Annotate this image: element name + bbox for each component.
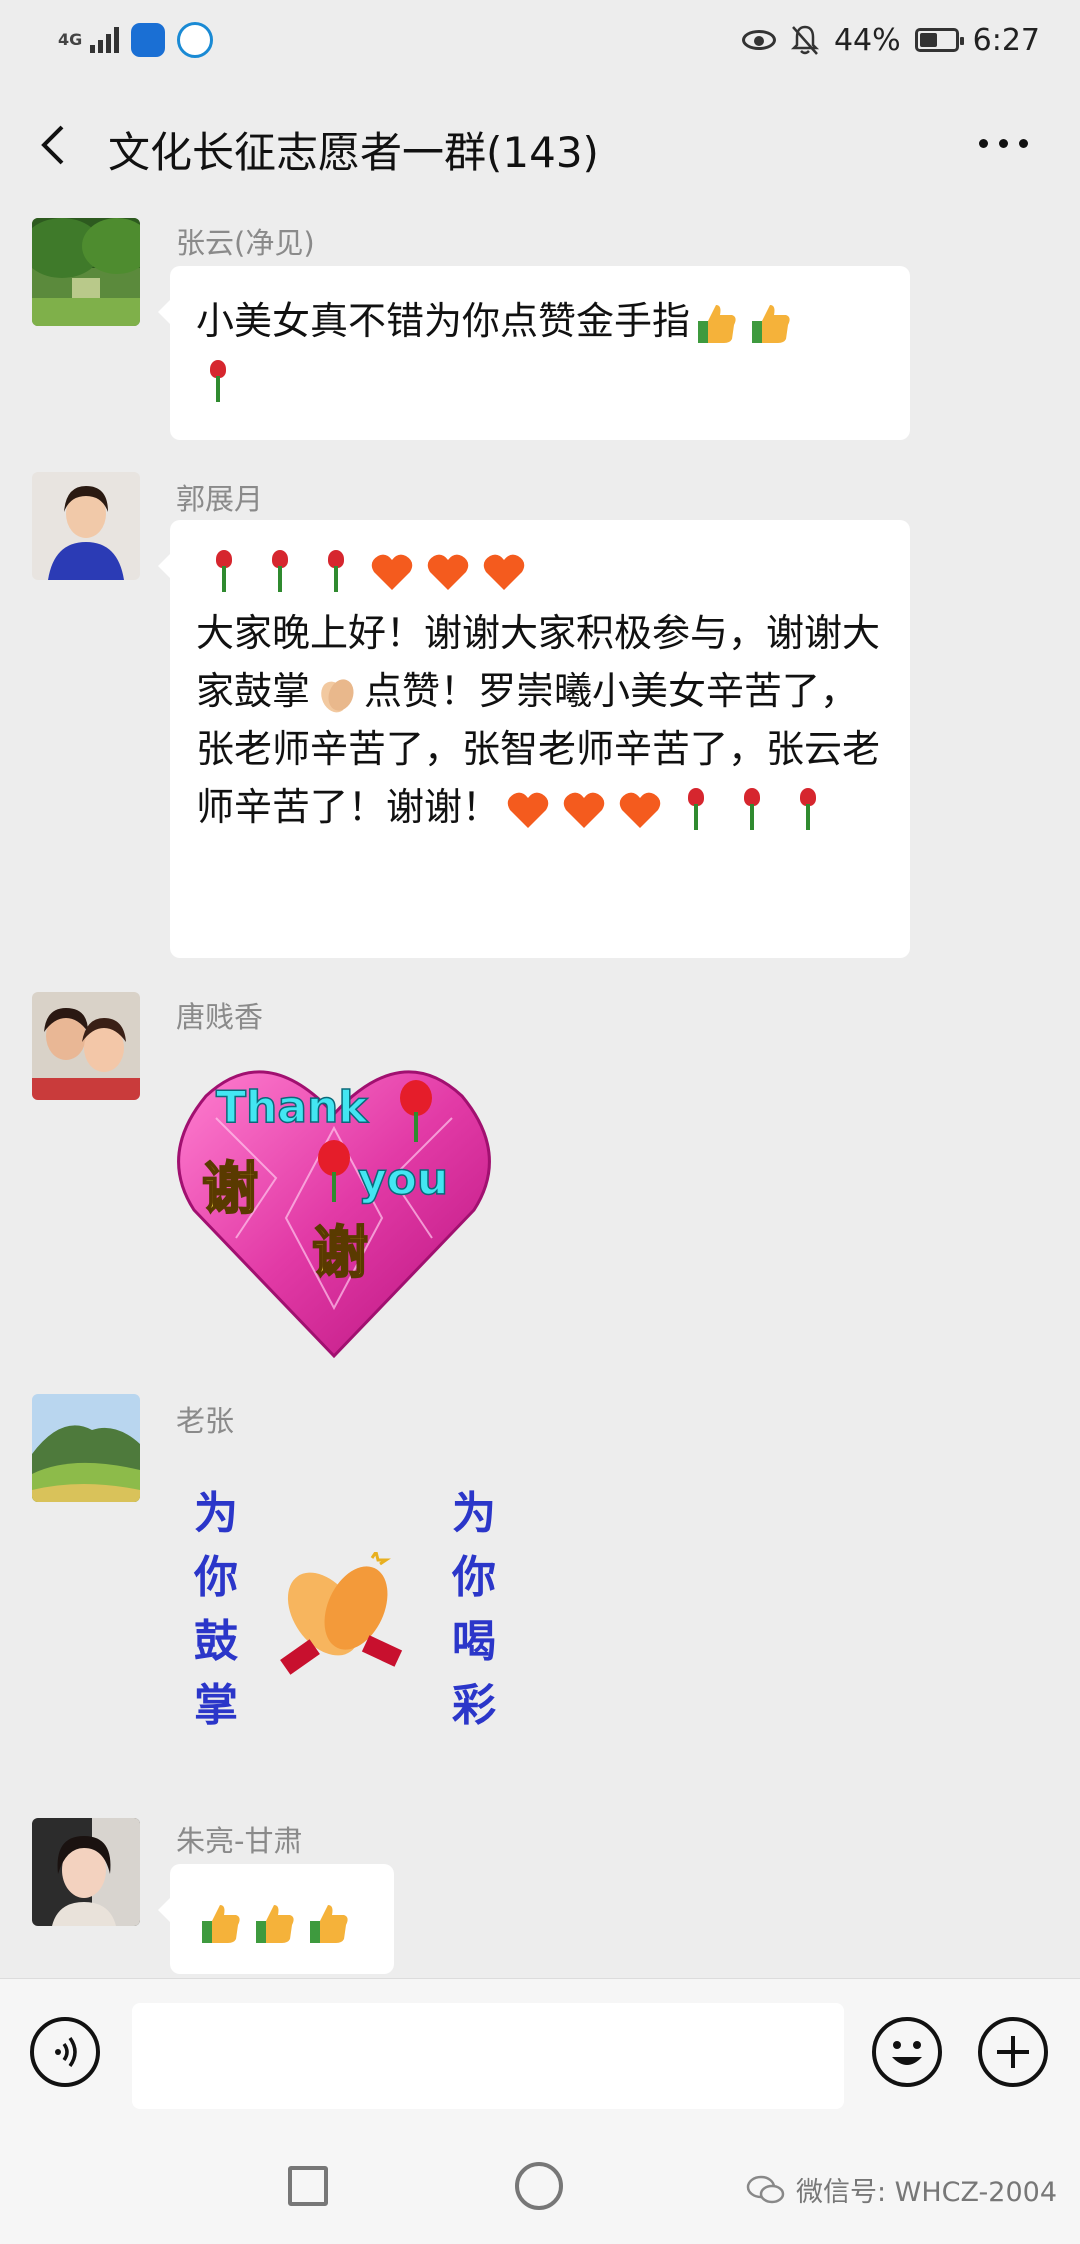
- plus-icon[interactable]: [978, 2017, 1048, 2087]
- heart-icon: [507, 792, 549, 828]
- sticker-char: 鼓: [194, 1616, 238, 1667]
- rose-icon: [794, 787, 822, 832]
- rose-icon: [682, 787, 710, 832]
- sticker-char: 你: [194, 1552, 238, 1603]
- thumbs-up-icon: [202, 1904, 240, 1943]
- sender-name: 唐贱香: [176, 1000, 264, 1034]
- sender-name: 朱亮-甘肃: [176, 1824, 303, 1858]
- heart-icon: [427, 554, 469, 590]
- status-left: 4G: [58, 22, 213, 58]
- app-notification-icon: [131, 23, 165, 57]
- heart-icon: [371, 554, 413, 590]
- sticker-char: 你: [452, 1552, 496, 1603]
- message-input[interactable]: [132, 2003, 844, 2109]
- rose-icon: [738, 787, 766, 832]
- avatar[interactable]: [32, 472, 140, 580]
- sticker-char: 彩: [452, 1680, 496, 1731]
- message-bubble[interactable]: [158, 1864, 394, 1974]
- mute-bell-icon: [790, 25, 819, 55]
- rose-icon: [210, 549, 238, 594]
- sticker-xie-text-1: 谢: [202, 1157, 258, 1222]
- clapping-hands-icon: [280, 1552, 403, 1675]
- thumbs-up-icon: [698, 304, 736, 343]
- rose-icon: [322, 549, 350, 594]
- emoji-row: [196, 540, 884, 596]
- heart-icon: [619, 792, 661, 828]
- sticker-thank-text: Thank: [216, 1082, 369, 1133]
- emoji-icon[interactable]: [872, 2017, 942, 2087]
- watermark-text: 微信号: WHCZ-2004: [796, 2177, 1058, 2208]
- message-bubble[interactable]: 大家晚上好！谢谢大家积极参与，谢谢大家鼓掌 点赞！罗崇曦小美女辛苦了，张老师辛苦了…: [158, 520, 910, 958]
- sticker-char: 为: [452, 1488, 496, 1539]
- clap-icon: [321, 678, 354, 712]
- thumbs-up-icon: [752, 304, 790, 343]
- signal-icon: [90, 27, 119, 53]
- message-text-block: 大家晚上好！谢谢大家积极参与，谢谢大家鼓掌 点赞！罗崇曦小美女辛苦了，张老师辛苦了…: [196, 604, 884, 836]
- system-nav-bar: 微信号: WHCZ-2004: [0, 2134, 1080, 2244]
- wechat-icon: [746, 2175, 785, 2203]
- back-icon[interactable]: [38, 123, 68, 167]
- sticker-char: 掌: [194, 1680, 238, 1731]
- thank-you-heart-sticker[interactable]: Thank you 谢 谢: [176, 1058, 492, 1360]
- thumbs-up-icon: [310, 1904, 348, 1943]
- sticker-xie-text-2: 谢: [312, 1221, 368, 1286]
- heart-icon: [563, 792, 605, 828]
- sender-name: 老张: [176, 1404, 235, 1438]
- watermark: 微信号: WHCZ-2004: [746, 2170, 1057, 2209]
- clock: 6:27: [972, 22, 1040, 58]
- recent-apps-button[interactable]: [288, 2166, 328, 2206]
- thumbs-up-icon: [256, 1904, 294, 1943]
- sticker-right-column: 为 你 喝 彩: [448, 1482, 500, 1738]
- status-bar: 4G 44% 6:27: [0, 0, 1080, 80]
- message-input-bar: [0, 1978, 1080, 2135]
- chat-title: 文化长征志愿者一群(143): [108, 128, 599, 177]
- rose-icon: [266, 549, 294, 594]
- battery-icon: [914, 28, 964, 52]
- avatar[interactable]: [32, 992, 140, 1100]
- battery-percent: 44%: [833, 22, 901, 58]
- rose-icon: [204, 359, 232, 404]
- avatar[interactable]: [32, 1394, 140, 1502]
- sender-name: 郭展月: [176, 482, 264, 516]
- message-text: 小美女真不错为你点赞金手指: [196, 299, 691, 343]
- browser-notification-icon: [177, 22, 213, 58]
- message-bubble[interactable]: 小美女真不错为你点赞金手指: [158, 266, 910, 440]
- more-icon[interactable]: [979, 139, 1028, 148]
- sticker-char: 为: [194, 1488, 238, 1539]
- voice-icon[interactable]: [30, 2017, 100, 2087]
- avatar[interactable]: [32, 1818, 140, 1926]
- home-button[interactable]: [515, 2162, 563, 2210]
- clap-sticker[interactable]: 为 你 鼓 掌 为 你 喝 彩: [176, 1482, 516, 1752]
- sticker-char: 喝: [452, 1616, 496, 1667]
- status-right: 44% 6:27: [741, 22, 1040, 58]
- sticker-you-text: you: [358, 1154, 448, 1205]
- sender-name: 张云(净见): [176, 226, 315, 260]
- heart-icon: [483, 554, 525, 590]
- eye-icon: [741, 30, 776, 50]
- chat-header: 文化长征志愿者一群(143): [0, 95, 1080, 195]
- network-type: 4G: [58, 30, 83, 49]
- avatar[interactable]: [32, 218, 140, 326]
- sticker-left-column: 为 你 鼓 掌: [190, 1482, 242, 1738]
